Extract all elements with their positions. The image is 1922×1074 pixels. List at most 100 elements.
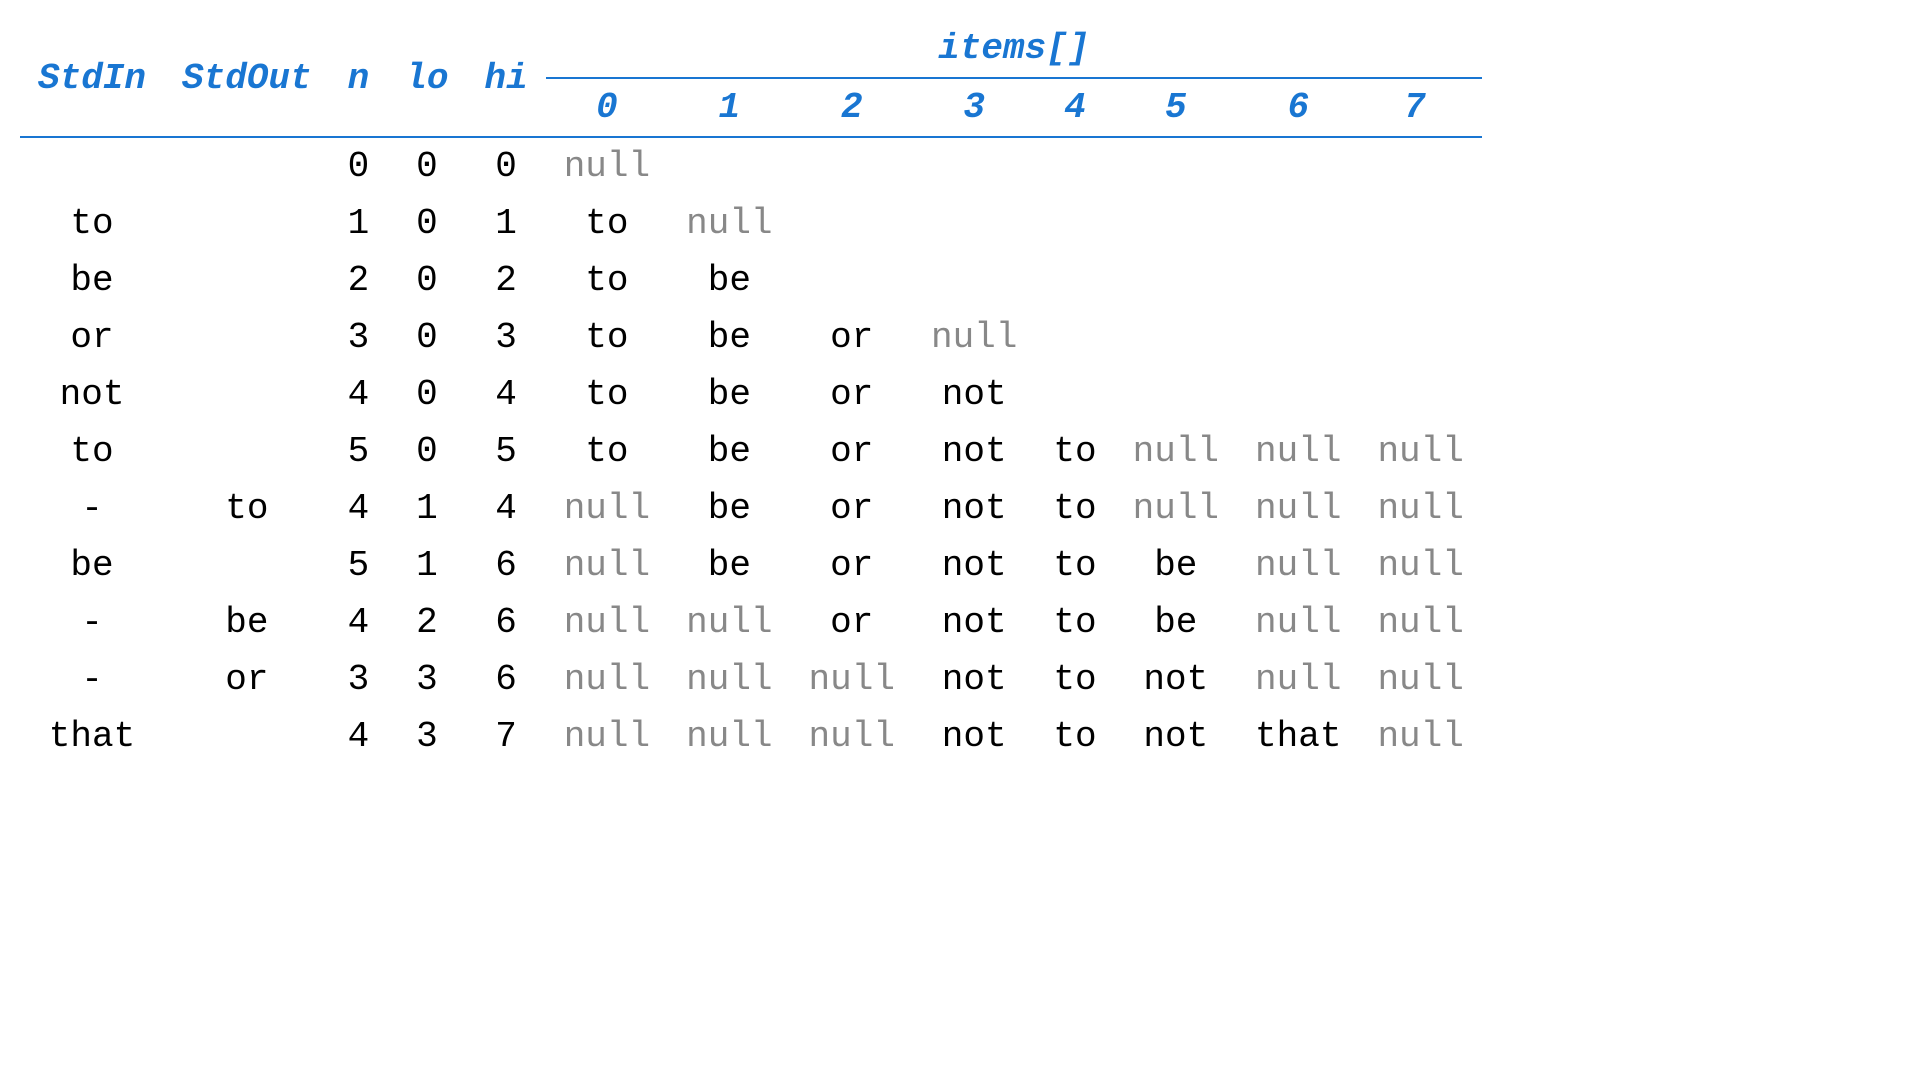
cell-stdin: - [20,480,164,537]
cell-stdout: to [164,480,330,537]
table-row: to101tonull [20,195,1482,252]
cell-item-3 [913,195,1035,252]
cell-n: 5 [330,537,388,594]
cell-hi: 0 [466,137,545,195]
cell-item-6: null [1237,594,1359,651]
cell-stdin: to [20,423,164,480]
cell-item-4 [1035,309,1114,366]
cell-n: 5 [330,423,388,480]
cell-item-7: null [1359,480,1481,537]
cell-item-3: not [913,708,1035,765]
cell-item-2: or [791,366,913,423]
cell-item-7 [1359,195,1481,252]
cell-item-1: be [668,423,790,480]
cell-item-3: not [913,423,1035,480]
cell-item-1: null [668,651,790,708]
header-items: items[] [546,20,1482,78]
cell-stdout [164,252,330,309]
cell-item-7: null [1359,423,1481,480]
header-index-2: 2 [791,78,913,137]
cell-stdin: or [20,309,164,366]
cell-item-6: null [1237,651,1359,708]
cell-n: 1 [330,195,388,252]
cell-item-2: or [791,537,913,594]
header-hi: hi [466,20,545,137]
cell-stdout [164,537,330,594]
cell-item-0: to [546,366,668,423]
cell-item-0: to [546,252,668,309]
cell-hi: 6 [466,594,545,651]
cell-item-6: that [1237,708,1359,765]
cell-item-5 [1115,309,1237,366]
cell-item-3: not [913,366,1035,423]
cell-item-4 [1035,252,1114,309]
header-index-4: 4 [1035,78,1114,137]
cell-hi: 6 [466,537,545,594]
trace-table-container: StdIn StdOut n lo hi items[] 01234567 00… [20,20,1482,765]
header-lo: lo [387,20,466,137]
cell-item-1: null [668,594,790,651]
cell-item-4: to [1035,537,1114,594]
table-row: to505tobeornottonullnullnull [20,423,1482,480]
cell-item-6: null [1237,423,1359,480]
cell-item-7 [1359,366,1481,423]
cell-stdout [164,366,330,423]
header-index-5: 5 [1115,78,1237,137]
table-row: -be426nullnullornottobenullnull [20,594,1482,651]
cell-n: 4 [330,708,388,765]
header-index-7: 7 [1359,78,1481,137]
cell-item-2 [791,137,913,195]
header-row-1: StdIn StdOut n lo hi items[] [20,20,1482,78]
cell-item-4 [1035,195,1114,252]
cell-item-7: null [1359,537,1481,594]
cell-stdin: be [20,537,164,594]
cell-lo: 0 [387,423,466,480]
cell-item-7: null [1359,708,1481,765]
cell-item-6 [1237,137,1359,195]
cell-lo: 2 [387,594,466,651]
cell-stdout [164,708,330,765]
cell-item-0: to [546,423,668,480]
cell-item-0: to [546,195,668,252]
table-row: be202tobe [20,252,1482,309]
cell-item-6: null [1237,480,1359,537]
cell-item-5: not [1115,651,1237,708]
cell-item-5 [1115,366,1237,423]
cell-item-1: be [668,309,790,366]
header-index-3: 3 [913,78,1035,137]
cell-hi: 5 [466,423,545,480]
cell-item-5 [1115,195,1237,252]
cell-item-0: null [546,594,668,651]
cell-item-4 [1035,366,1114,423]
cell-hi: 4 [466,366,545,423]
cell-hi: 3 [466,309,545,366]
cell-item-0: null [546,708,668,765]
trace-body: 000nullto101tonullbe202tobeor303tobeornu… [20,137,1482,765]
cell-item-7: null [1359,651,1481,708]
cell-item-3: not [913,594,1035,651]
cell-item-5: not [1115,708,1237,765]
cell-hi: 7 [466,708,545,765]
table-row: 000null [20,137,1482,195]
table-row: be516nullbeornottobenullnull [20,537,1482,594]
header-n: n [330,20,388,137]
cell-item-0: to [546,309,668,366]
cell-item-5 [1115,137,1237,195]
cell-item-1: null [668,195,790,252]
cell-item-3: not [913,651,1035,708]
table-row: -to414nullbeornottonullnullnull [20,480,1482,537]
cell-item-2 [791,252,913,309]
cell-stdout [164,137,330,195]
cell-lo: 0 [387,137,466,195]
cell-item-2: or [791,423,913,480]
cell-n: 4 [330,366,388,423]
cell-item-6: null [1237,537,1359,594]
header-stdin: StdIn [20,20,164,137]
trace-table: StdIn StdOut n lo hi items[] 01234567 00… [20,20,1482,765]
cell-stdin: that [20,708,164,765]
table-row: that437nullnullnullnottonotthatnull [20,708,1482,765]
cell-item-6 [1237,309,1359,366]
cell-item-2: null [791,708,913,765]
cell-item-2: or [791,480,913,537]
cell-item-2: or [791,594,913,651]
